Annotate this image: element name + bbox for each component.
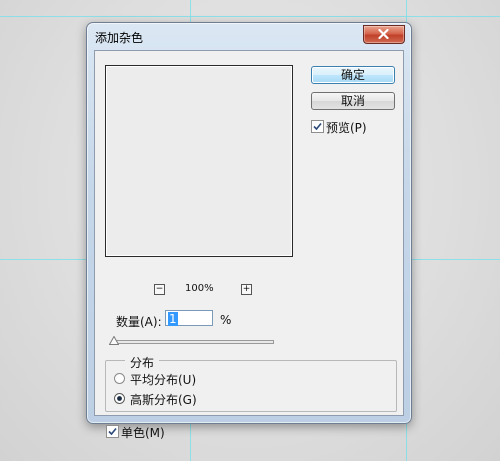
amount-label: 数量(A): xyxy=(116,315,162,329)
preview-area[interactable] xyxy=(105,65,293,257)
cancel-button[interactable]: 取消 xyxy=(311,92,395,110)
distribution-group-label: 分布 xyxy=(125,354,160,371)
amount-input[interactable]: 1 xyxy=(165,310,213,326)
dialog-title: 添加杂色 xyxy=(95,31,144,45)
radio-uniform[interactable] xyxy=(114,373,125,384)
preview-checkbox[interactable] xyxy=(311,120,324,133)
zoom-in-button[interactable]: + xyxy=(241,284,252,295)
zoom-level: 100% xyxy=(185,283,214,294)
checkmark-icon xyxy=(108,427,117,436)
close-button[interactable] xyxy=(363,25,405,44)
radio-dot-icon xyxy=(117,396,122,401)
title-bar[interactable]: 添加杂色 xyxy=(87,23,411,49)
radio-gaussian-label: 高斯分布(G) xyxy=(130,393,197,407)
radio-gaussian[interactable] xyxy=(114,393,125,404)
checkmark-icon xyxy=(313,122,322,131)
close-icon xyxy=(378,29,389,39)
dialog-body: − 100% + 确定 取消 预览(P) 数量(A): 1 % 分布 平均分布(… xyxy=(94,50,404,440)
guide-horizontal-top xyxy=(0,16,500,17)
zoom-out-button[interactable]: − xyxy=(154,284,165,295)
monochromatic-label: 单色(M) xyxy=(121,426,165,440)
ok-button[interactable]: 确定 xyxy=(311,66,395,84)
radio-uniform-label: 平均分布(U) xyxy=(130,373,197,387)
add-noise-dialog: 添加杂色 − 100% + 确定 取消 预览(P) 数量(A): 1 % 分布 xyxy=(86,22,412,440)
slider-thumb-icon[interactable] xyxy=(109,336,119,345)
preview-label: 预览(P) xyxy=(326,121,367,135)
monochromatic-checkbox[interactable] xyxy=(106,425,119,438)
amount-value: 1 xyxy=(168,312,178,326)
amount-unit: % xyxy=(220,313,232,327)
amount-slider-track[interactable] xyxy=(114,340,274,344)
